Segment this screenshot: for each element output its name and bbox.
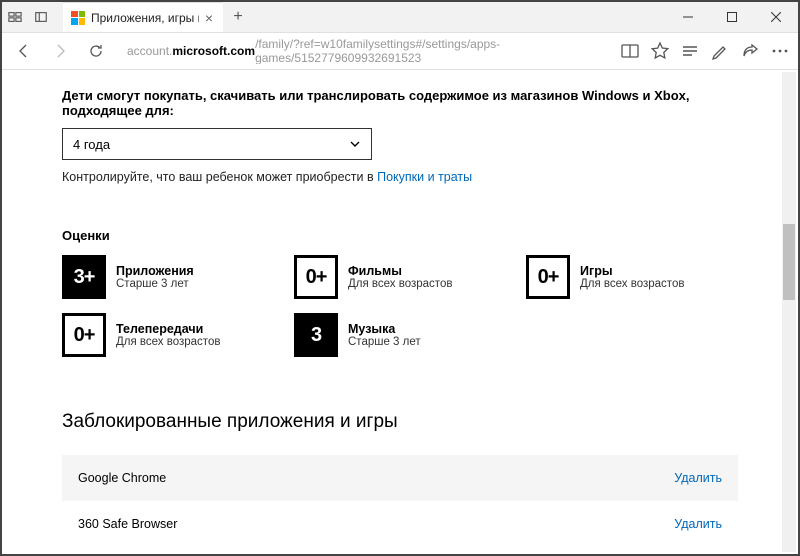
rating-subtitle: Для всех возрастов — [116, 336, 220, 348]
new-tab-button[interactable]: + — [223, 8, 253, 26]
blocked-heading: Заблокированные приложения и игры — [62, 411, 738, 433]
ratings-grid: 3+ПриложенияСтарше 3 лет0+ФильмыДля всех… — [62, 255, 738, 357]
back-button[interactable] — [10, 37, 38, 65]
url-input[interactable]: account.microsoft.com/family/?ref=w10fam… — [118, 37, 612, 65]
rating-badge: 3+ — [62, 255, 106, 299]
rating-item: 0+ ИгрыДля всех возрастов — [526, 255, 738, 299]
purchases-link[interactable]: Покупки и траты — [377, 170, 472, 184]
rating-title: Фильмы — [348, 264, 452, 278]
rating-subtitle: Для всех возрастов — [348, 278, 452, 290]
window-minimize-button[interactable] — [666, 2, 710, 32]
intro-text: Дети смогут покупать, скачивать или тран… — [62, 88, 738, 118]
more-icon[interactable] — [770, 41, 790, 61]
blocked-row: 360 Safe Browser Удалить — [62, 501, 738, 547]
blocked-app-name: Google Chrome — [78, 471, 166, 485]
rating-title: Телепередачи — [116, 322, 220, 336]
tab-title: Приложения, игры и м — [91, 11, 199, 25]
delete-link[interactable]: Удалить — [674, 471, 722, 485]
scrollbar-thumb[interactable] — [783, 224, 795, 300]
url-prefix: account. — [127, 44, 172, 58]
rating-item: 3+ ПриложенияСтарше 3 лет — [62, 255, 294, 299]
address-bar: account.microsoft.com/family/?ref=w10fam… — [2, 32, 798, 70]
browser-tab[interactable]: Приложения, игры и м × — [63, 2, 223, 32]
hub-icon[interactable] — [680, 41, 700, 61]
window-close-button[interactable] — [754, 2, 798, 32]
microsoft-logo-icon — [71, 11, 85, 25]
rating-item: 0+ ФильмыДля всех возрастов — [294, 255, 526, 299]
rating-title: Приложения — [116, 264, 194, 278]
blocked-list: Google Chrome Удалить 360 Safe Browser Удал… — [62, 455, 738, 547]
window-maximize-button[interactable] — [710, 2, 754, 32]
set-aside-tabs-icon[interactable] — [28, 2, 54, 32]
subline: Контролируйте, что ваш ребенок может при… — [62, 170, 738, 184]
reading-view-icon[interactable] — [620, 41, 640, 61]
chevron-down-icon — [349, 138, 361, 150]
notes-icon[interactable] — [710, 41, 730, 61]
age-select-value: 4 года — [73, 137, 110, 152]
favorite-icon[interactable] — [650, 41, 670, 61]
tab-close-button[interactable]: × — [205, 11, 213, 25]
rating-item: 3 МузыкаСтарше 3 лет — [294, 313, 526, 357]
rating-badge: 0+ — [294, 255, 338, 299]
refresh-button[interactable] — [82, 37, 110, 65]
share-icon[interactable] — [740, 41, 760, 61]
blocked-app-name: 360 Safe Browser — [78, 517, 177, 531]
rating-badge: 0+ — [526, 255, 570, 299]
url-host: microsoft.com — [172, 44, 255, 58]
age-select[interactable]: 4 года — [62, 128, 372, 160]
rating-title: Игры — [580, 264, 684, 278]
subline-prefix: Контролируйте, что ваш ребенок может при… — [62, 170, 377, 184]
forward-button[interactable] — [46, 37, 74, 65]
tab-preview-icon[interactable] — [2, 2, 28, 32]
blocked-row: Google Chrome Удалить — [62, 455, 738, 501]
delete-link[interactable]: Удалить — [674, 517, 722, 531]
scrollbar-track[interactable] — [782, 72, 796, 552]
rating-badge: 0+ — [62, 313, 106, 357]
rating-subtitle: Старше 3 лет — [116, 278, 194, 290]
rating-title: Музыка — [348, 322, 421, 336]
url-path: /family/?ref=w10familysettings#/settings… — [255, 37, 603, 65]
rating-badge: 3 — [294, 313, 338, 357]
rating-subtitle: Для всех возрастов — [580, 278, 684, 290]
ratings-heading: Оценки — [62, 228, 738, 243]
rating-item: 0+ ТелепередачиДля всех возрастов — [62, 313, 294, 357]
rating-subtitle: Старше 3 лет — [348, 336, 421, 348]
titlebar: Приложения, игры и м × + — [2, 2, 798, 32]
